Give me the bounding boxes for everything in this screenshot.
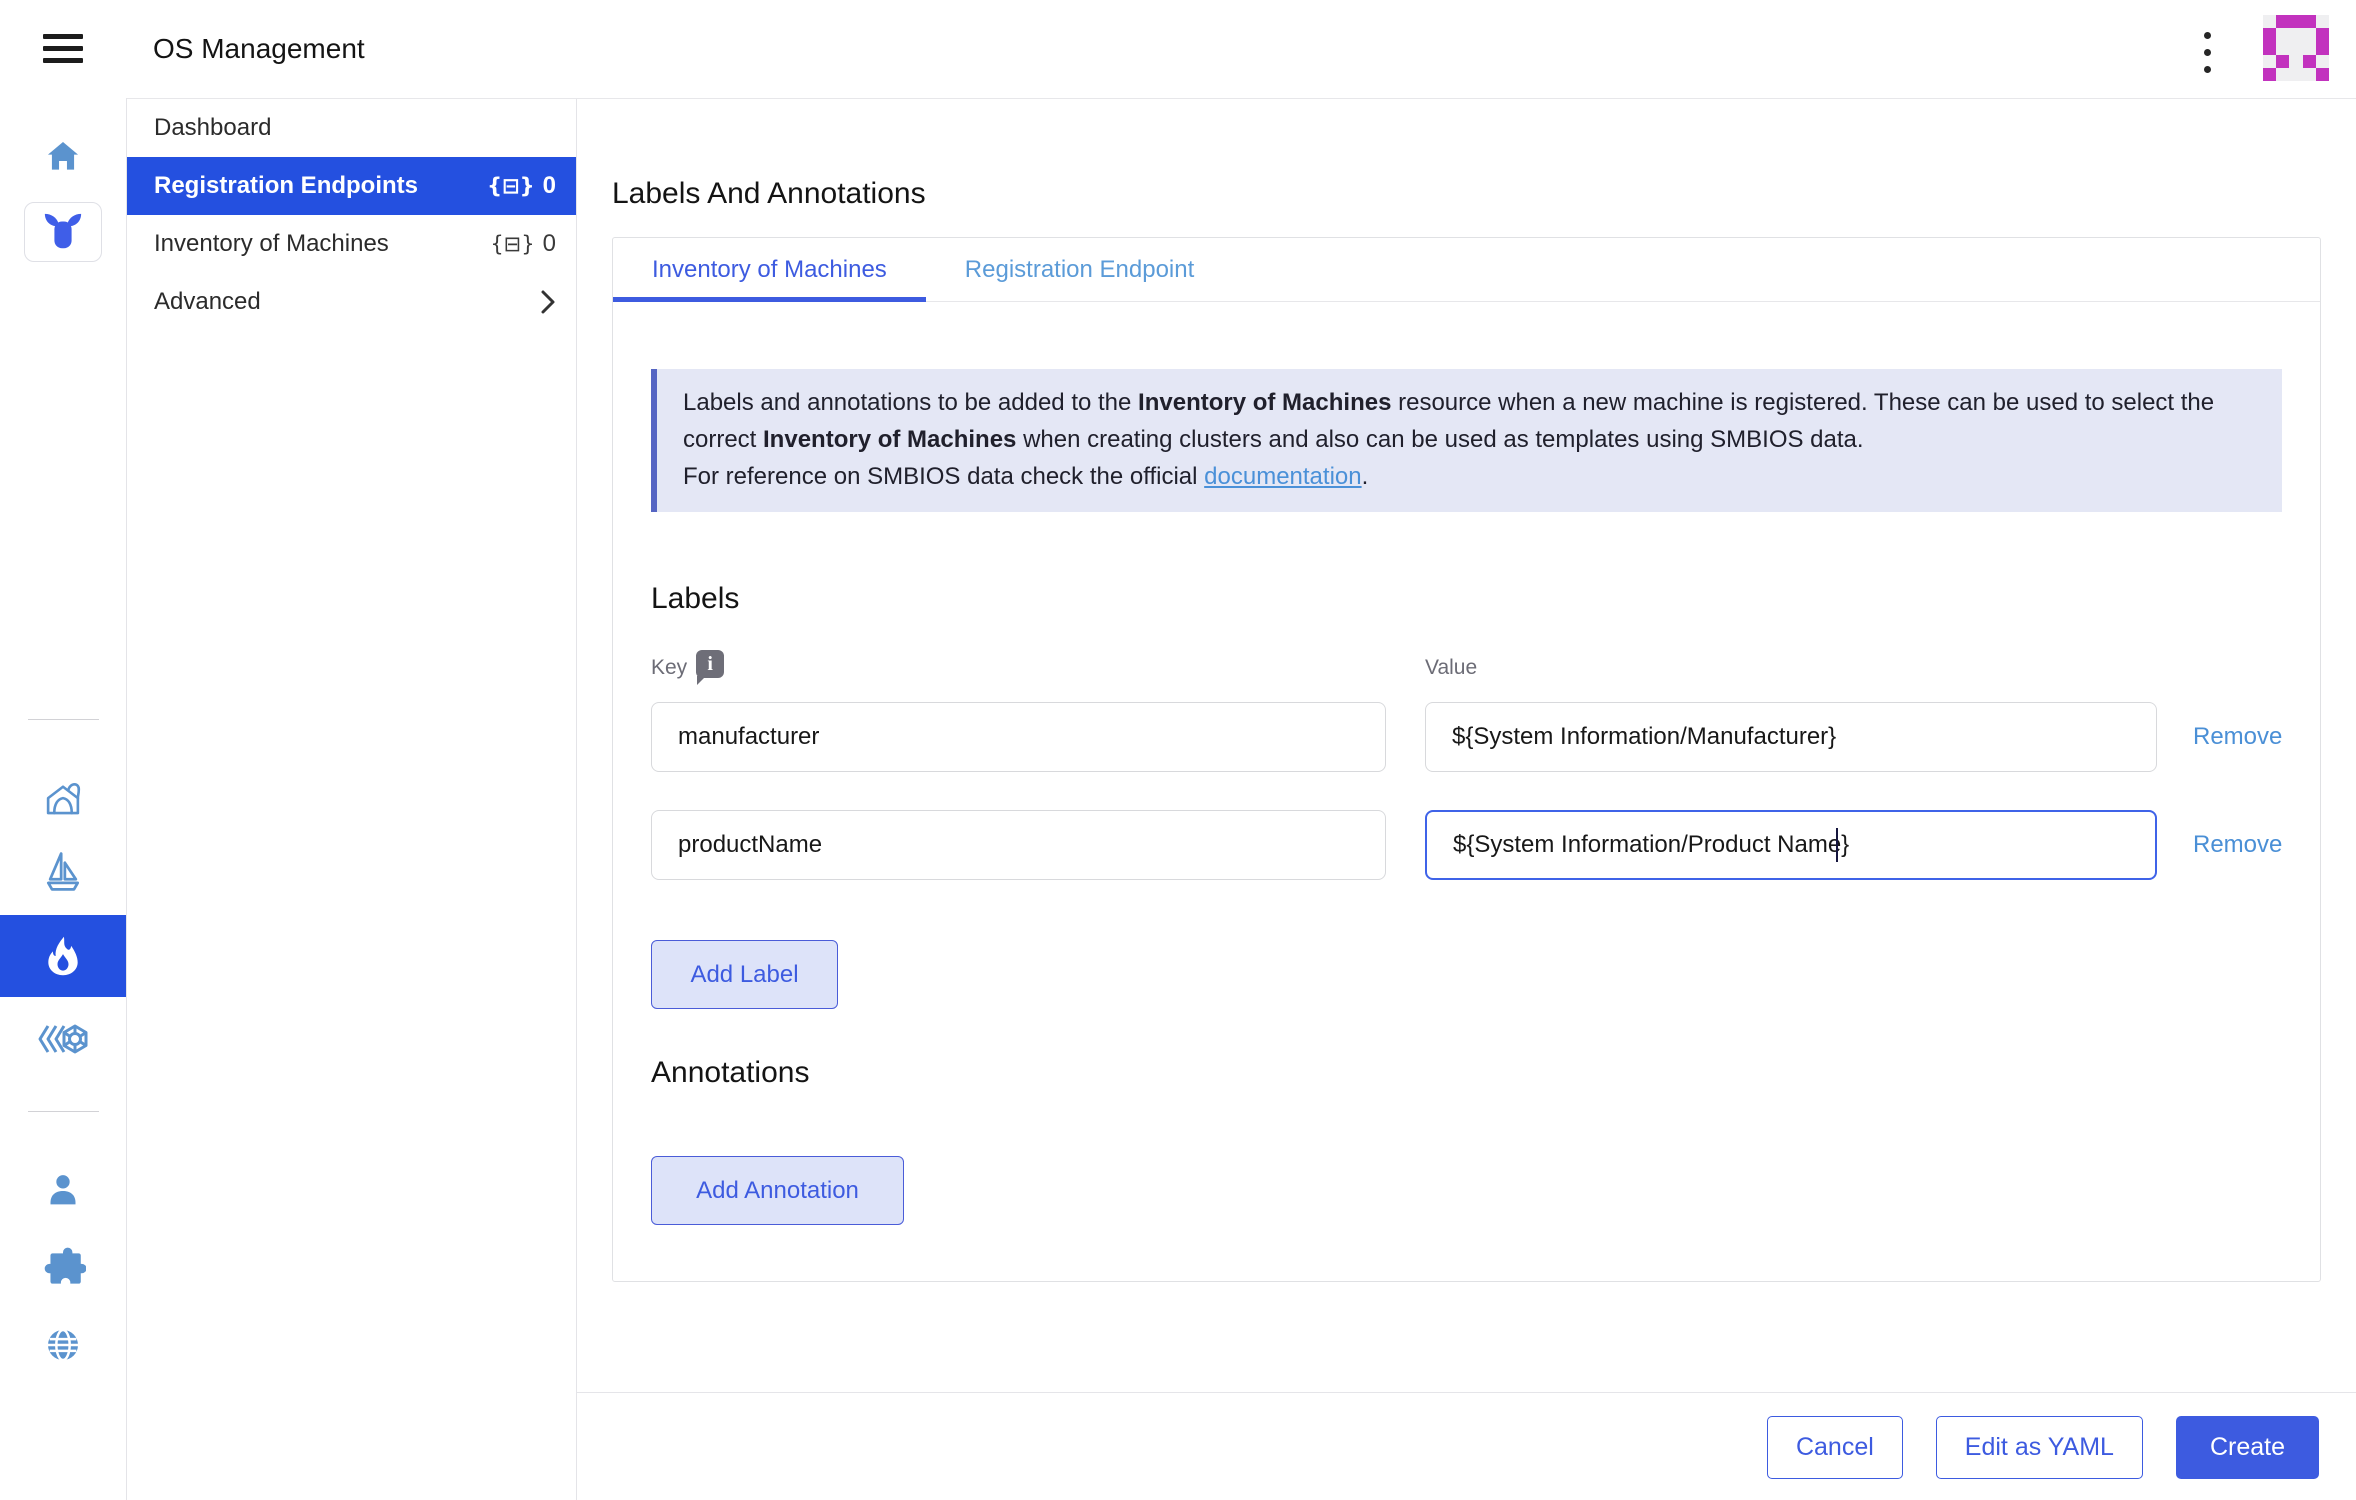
remove-label-link[interactable]: Remove <box>2193 702 2282 772</box>
cancel-button[interactable]: Cancel <box>1767 1416 1903 1479</box>
top-header: OS Management <box>0 0 2356 98</box>
documentation-link[interactable]: documentation <box>1204 463 1361 490</box>
nav-item-label: Dashboard <box>154 114 556 142</box>
remove-label-link[interactable]: Remove <box>2193 810 2282 880</box>
nav-item-registration-endpoints[interactable]: Registration Endpoints {⊟} 0 <box>127 157 576 215</box>
label-key-input[interactable]: manufacturer <box>651 702 1386 772</box>
nav-item-label: Registration Endpoints <box>154 172 487 200</box>
tab-inventory-of-machines[interactable]: Inventory of Machines <box>613 238 926 301</box>
turbine-gear-icon[interactable] <box>36 1023 90 1055</box>
main-content: Labels And Annotations Inventory of Mach… <box>577 99 2356 1500</box>
section-title: Labels And Annotations <box>612 177 926 211</box>
info-icon[interactable]: i <box>696 650 724 678</box>
resource-count-badge: {⊟} 0 <box>490 230 556 258</box>
rail-section-divider <box>28 719 99 720</box>
label-value-input[interactable]: ${System Information/Manufacturer} <box>1425 702 2157 772</box>
nav-item-label: Advanced <box>154 288 540 316</box>
resource-count-icon: {⊟} <box>490 232 534 256</box>
action-bar: Cancel Edit as YAML Create <box>577 1392 2356 1500</box>
label-key-input[interactable]: productName <box>651 810 1386 880</box>
globe-icon[interactable] <box>43 1325 83 1365</box>
resource-count-icon: {⊟} <box>487 174 535 198</box>
tab-bar: Inventory of Machines Registration Endpo… <box>613 238 2320 302</box>
tab-label: Registration Endpoint <box>965 256 1194 284</box>
labels-annotations-card: Inventory of Machines Registration Endpo… <box>612 237 2321 1282</box>
puzzle-icon[interactable] <box>40 1245 86 1291</box>
banner-bold: Inventory of Machines <box>1138 389 1391 416</box>
side-nav: Dashboard Registration Endpoints {⊟} 0 I… <box>127 99 576 331</box>
kebab-menu-icon[interactable] <box>2204 32 2211 73</box>
bull-app-button[interactable] <box>24 202 102 262</box>
text-caret <box>1836 828 1838 862</box>
banner-text: Labels and annotations to be added to th… <box>683 389 1138 416</box>
create-button[interactable]: Create <box>2176 1416 2319 1479</box>
label-value-input-focused[interactable]: ${System Information/Product Name} <box>1425 810 2157 880</box>
home-icon[interactable] <box>44 138 82 176</box>
user-icon[interactable] <box>43 1171 83 1211</box>
icon-rail <box>0 98 126 1500</box>
sailboat-icon[interactable] <box>41 848 85 894</box>
edit-as-yaml-button[interactable]: Edit as YAML <box>1936 1416 2143 1479</box>
pixel-avatar-logo[interactable] <box>2263 15 2329 81</box>
labels-heading: Labels <box>651 582 739 616</box>
nav-item-dashboard[interactable]: Dashboard <box>127 99 576 157</box>
add-label-button[interactable]: Add Label <box>651 940 838 1009</box>
key-column-header: Key i <box>651 656 724 684</box>
hamburger-menu-icon[interactable] <box>43 34 83 63</box>
add-annotation-button[interactable]: Add Annotation <box>651 1156 904 1225</box>
banner-text: For reference on SMBIOS data check the o… <box>683 463 1204 490</box>
bull-icon <box>40 211 86 253</box>
resource-count: 0 <box>543 230 556 258</box>
os-management-rail-item[interactable] <box>0 915 126 997</box>
resource-count-badge: {⊟} 0 <box>487 172 556 200</box>
tab-registration-endpoint[interactable]: Registration Endpoint <box>926 238 1233 301</box>
flame-icon <box>41 934 85 978</box>
nav-item-inventory-of-machines[interactable]: Inventory of Machines {⊟} 0 <box>127 215 576 273</box>
tab-label: Inventory of Machines <box>652 256 887 284</box>
resource-count: 0 <box>543 172 556 200</box>
rail-section-divider <box>28 1111 99 1112</box>
nav-item-advanced[interactable]: Advanced <box>127 273 576 331</box>
banner-bold: Inventory of Machines <box>763 426 1016 453</box>
chevron-right-icon <box>540 289 556 315</box>
page-title: OS Management <box>153 0 365 98</box>
barn-icon[interactable] <box>42 778 84 820</box>
info-banner: Labels and annotations to be added to th… <box>651 369 2282 512</box>
value-column-header: Value <box>1425 656 1477 680</box>
annotations-heading: Annotations <box>651 1056 809 1090</box>
banner-text: when creating clusters and also can be u… <box>1016 426 1863 453</box>
banner-text: . <box>1362 463 1369 490</box>
nav-item-label: Inventory of Machines <box>154 230 490 258</box>
